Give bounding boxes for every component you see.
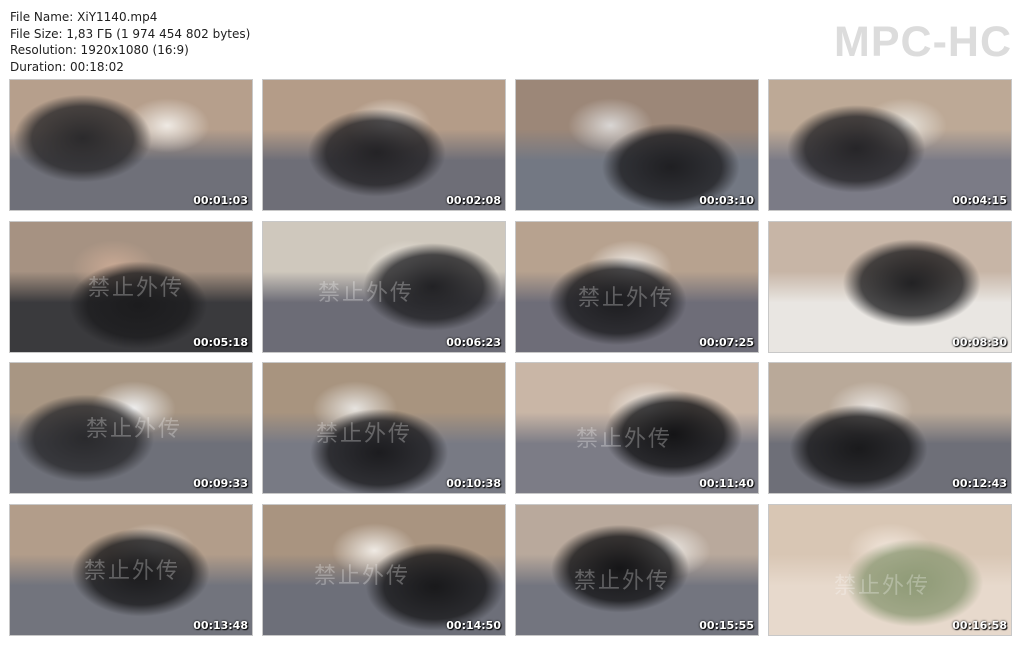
thumbnail-timestamp: 00:11:40 xyxy=(699,477,754,490)
thumbnail-image xyxy=(769,80,1011,210)
thumbnail-timestamp: 00:13:48 xyxy=(193,618,248,632)
video-thumbnail[interactable]: 00:01:03 xyxy=(9,79,253,211)
file-name-label: File Name: XiY1140.mp4 xyxy=(10,10,158,24)
watermark-text: 禁止外传 xyxy=(314,563,411,589)
video-thumbnail[interactable]: 00:04:15 xyxy=(768,79,1012,211)
thumbnail-timestamp: 00:04:15 xyxy=(952,194,1007,207)
watermark-text: 禁止外传 xyxy=(574,568,671,594)
thumbnail-timestamp: 00:07:25 xyxy=(699,335,754,349)
watermark-text: 禁止外传 xyxy=(86,417,183,442)
video-thumbnail[interactable]: 00:03:10 xyxy=(515,79,759,211)
video-thumbnail[interactable]: 禁止外传 00:11:40 xyxy=(515,362,759,494)
video-thumbnail[interactable]: 禁止外传 00:07:25 xyxy=(515,220,759,353)
thumbnail-timestamp: 00:15:55 xyxy=(699,618,754,632)
thumbnail-image xyxy=(769,363,1011,493)
thumbnail-timestamp: 00:08:30 xyxy=(952,335,1007,349)
thumbnail-timestamp: 00:01:03 xyxy=(193,194,248,207)
duration-label: Duration: 00:18:02 xyxy=(10,59,124,74)
thumbnail-image xyxy=(769,221,1011,352)
watermark-text: 禁止外传 xyxy=(84,558,181,584)
video-thumbnail[interactable]: 00:08:30 xyxy=(768,220,1012,353)
thumbnail-timestamp: 00:09:33 xyxy=(193,477,248,490)
video-thumbnail[interactable]: 禁止外传 00:15:55 xyxy=(515,503,759,636)
thumbnail-timestamp: 00:10:38 xyxy=(446,477,501,490)
thumbnail-timestamp: 00:05:18 xyxy=(193,335,248,349)
video-thumbnail[interactable]: 禁止外传 00:16:58 xyxy=(768,503,1012,636)
video-thumbnail[interactable]: 禁止外传 00:14:50 xyxy=(262,503,506,636)
video-thumbnail[interactable]: 禁止外传 00:10:38 xyxy=(262,362,506,494)
thumbnail-image xyxy=(516,80,758,210)
thumbnail-image xyxy=(263,80,505,210)
watermark-text: 禁止外传 xyxy=(578,285,675,311)
thumbnail-image xyxy=(10,80,252,210)
video-thumbnail[interactable]: 禁止外传 00:06:23 xyxy=(262,220,506,353)
thumbnail-timestamp: 00:06:23 xyxy=(446,335,501,349)
mpc-hc-logo: MPC-HC xyxy=(834,18,1012,66)
resolution-label: Resolution: 1920x1080 (16:9) xyxy=(10,43,189,57)
thumbnail-timestamp: 00:03:10 xyxy=(699,194,754,207)
video-thumbnail[interactable]: 禁止外传 00:05:18 xyxy=(9,220,253,353)
thumbnail-timestamp: 00:14:50 xyxy=(446,618,501,632)
video-thumbnail[interactable]: 禁止外传 00:13:48 xyxy=(9,503,253,636)
thumbnail-timestamp: 00:16:58 xyxy=(952,618,1007,632)
watermark-text: 禁止外传 xyxy=(88,275,185,301)
watermark-text: 禁止外传 xyxy=(834,573,931,599)
file-info-panel: File Name: XiY1140.mp4 File Size: 1,83 Г… xyxy=(10,9,250,75)
video-thumbnail[interactable]: 禁止外传 00:09:33 xyxy=(9,362,253,494)
thumbnail-grid: 00:01:03 00:02:08 00:03:10 00:04:15 禁止外传 00:0… xyxy=(9,79,1015,636)
watermark-text: 禁止外传 xyxy=(318,280,415,306)
file-size-label: File Size: 1,83 ГБ (1 974 454 802 bytes) xyxy=(10,26,251,41)
thumbnail-timestamp: 00:02:08 xyxy=(446,194,501,207)
video-thumbnail[interactable]: 00:12:43 xyxy=(768,362,1012,494)
watermark-text: 禁止外传 xyxy=(316,422,413,447)
video-thumbnail[interactable]: 00:02:08 xyxy=(262,79,506,211)
thumbnail-timestamp: 00:12:43 xyxy=(952,477,1007,490)
watermark-text: 禁止外传 xyxy=(576,427,673,452)
